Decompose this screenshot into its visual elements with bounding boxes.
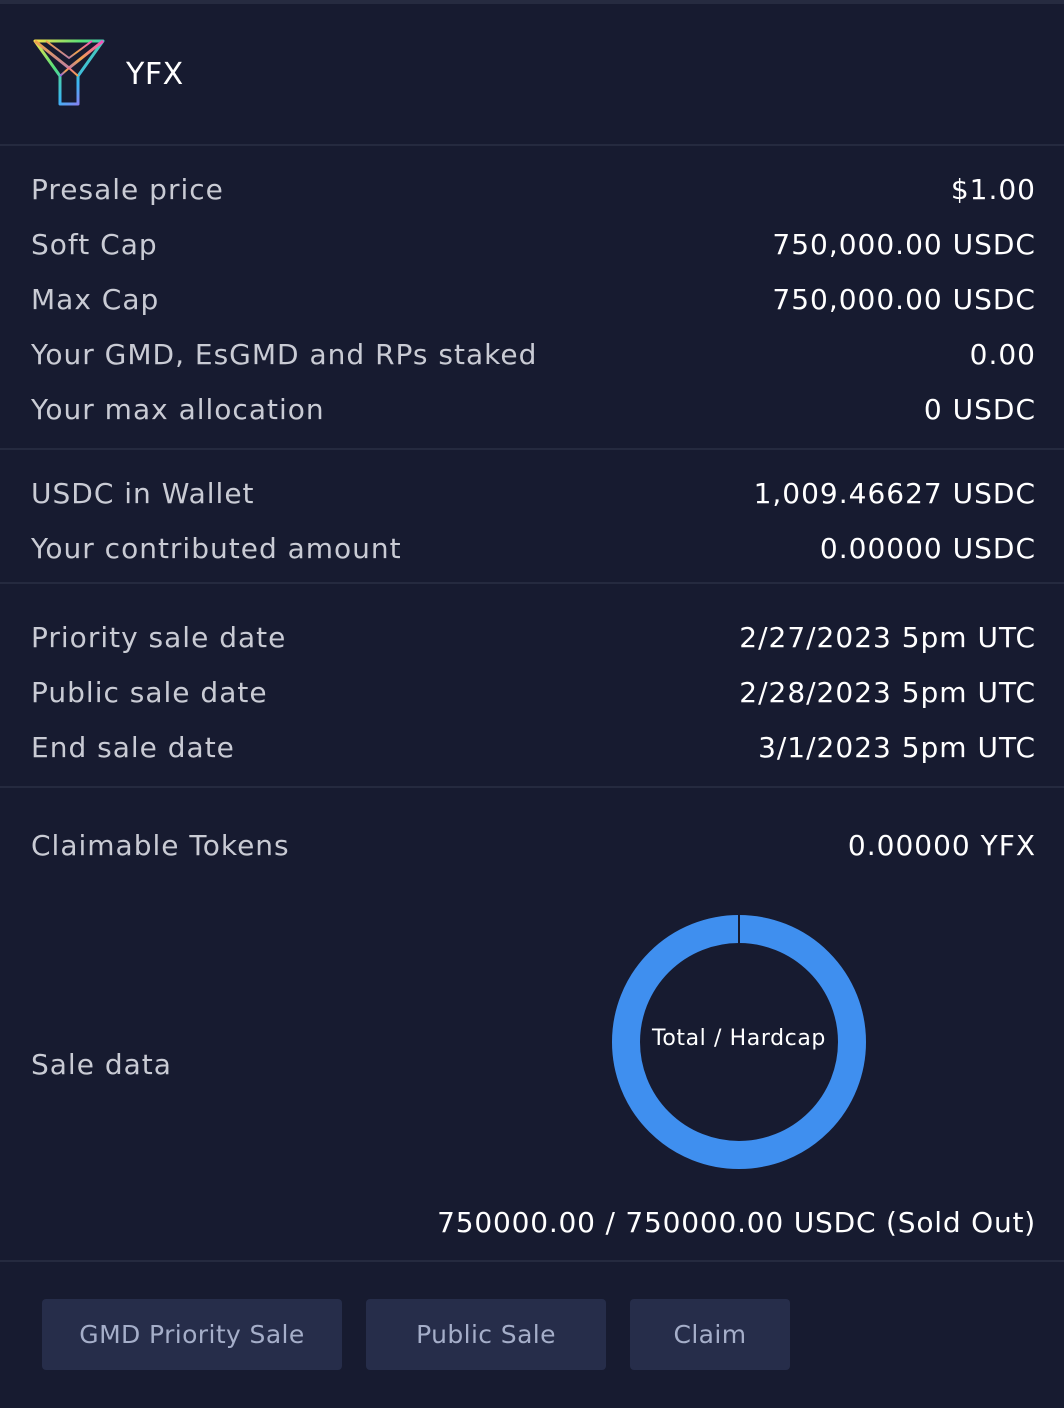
presale-price-row: Presale price $1.00 xyxy=(31,162,1036,217)
usdc-wallet-label: USDC in Wallet xyxy=(31,477,255,510)
max-cap-value: 750,000.00 USDC xyxy=(772,283,1036,316)
yfx-prism-logo-icon xyxy=(33,39,105,106)
soft-cap-row: Soft Cap 750,000.00 USDC xyxy=(31,217,1036,272)
soft-cap-value: 750,000.00 USDC xyxy=(772,228,1036,261)
contributed-row: Your contributed amount 0.00000 USDC xyxy=(31,521,1036,576)
public-sale-date-label: Public sale date xyxy=(31,676,268,709)
donut-center-label: Total / Hardcap xyxy=(652,1026,826,1051)
claimable-tokens-label: Claimable Tokens xyxy=(31,829,290,862)
sale-total-text: 750000.00 / 750000.00 USDC (Sold Out) xyxy=(437,1206,1036,1239)
priority-sale-date-row: Priority sale date 2/27/2023 5pm UTC xyxy=(31,610,1036,665)
staked-row: Your GMD, EsGMD and RPs staked 0.00 xyxy=(31,327,1036,382)
usdc-wallet-value: 1,009.46627 USDC xyxy=(753,477,1036,510)
token-name: YFX xyxy=(126,56,184,92)
priority-sale-date-value: 2/27/2023 5pm UTC xyxy=(739,621,1036,654)
staked-value: 0.00 xyxy=(969,338,1036,371)
priority-sale-date-label: Priority sale date xyxy=(31,621,287,654)
claim-section: Claimable Tokens 0.00000 YFX xyxy=(0,788,1064,1262)
claim-button[interactable]: Claim xyxy=(630,1299,790,1370)
public-sale-date-row: Public sale date 2/28/2023 5pm UTC xyxy=(31,665,1036,720)
public-sale-button[interactable]: Public Sale xyxy=(366,1299,606,1370)
max-cap-label: Max Cap xyxy=(31,283,160,316)
presale-price-value: $1.00 xyxy=(950,173,1036,206)
token-header: YFX xyxy=(0,4,1064,146)
dates-section: Priority sale date 2/27/2023 5pm UTC Pub… xyxy=(0,584,1064,788)
contributed-value: 0.00000 USDC xyxy=(819,532,1036,565)
presale-price-label: Presale price xyxy=(31,173,224,206)
usdc-wallet-row: USDC in Wallet 1,009.46627 USDC xyxy=(31,466,1036,521)
contributed-label: Your contributed amount xyxy=(31,532,402,565)
max-cap-row: Max Cap 750,000.00 USDC xyxy=(31,272,1036,327)
max-allocation-row: Your max allocation 0 USDC xyxy=(31,382,1036,437)
claimable-tokens-row: Claimable Tokens 0.00000 YFX xyxy=(31,818,1036,873)
end-sale-date-value: 3/1/2023 5pm UTC xyxy=(758,731,1036,764)
sale-data-label: Sale data xyxy=(31,1048,172,1081)
action-buttons: GMD Priority Sale Public Sale Claim xyxy=(42,1299,790,1370)
public-sale-date-value: 2/28/2023 5pm UTC xyxy=(739,676,1036,709)
end-sale-date-label: End sale date xyxy=(31,731,235,764)
end-sale-date-row: End sale date 3/1/2023 5pm UTC xyxy=(31,720,1036,775)
presale-card: YFX Presale price $1.00 Soft Cap 750,000… xyxy=(0,0,1064,1408)
soft-cap-label: Soft Cap xyxy=(31,228,158,261)
claimable-tokens-value: 0.00000 YFX xyxy=(847,829,1036,862)
gmd-priority-sale-button[interactable]: GMD Priority Sale xyxy=(42,1299,342,1370)
staked-label: Your GMD, EsGMD and RPs staked xyxy=(31,338,538,371)
max-allocation-value: 0 USDC xyxy=(923,393,1036,426)
wallet-section: USDC in Wallet 1,009.46627 USDC Your con… xyxy=(0,450,1064,584)
max-allocation-label: Your max allocation xyxy=(31,393,325,426)
overview-section: Presale price $1.00 Soft Cap 750,000.00 … xyxy=(0,146,1064,450)
